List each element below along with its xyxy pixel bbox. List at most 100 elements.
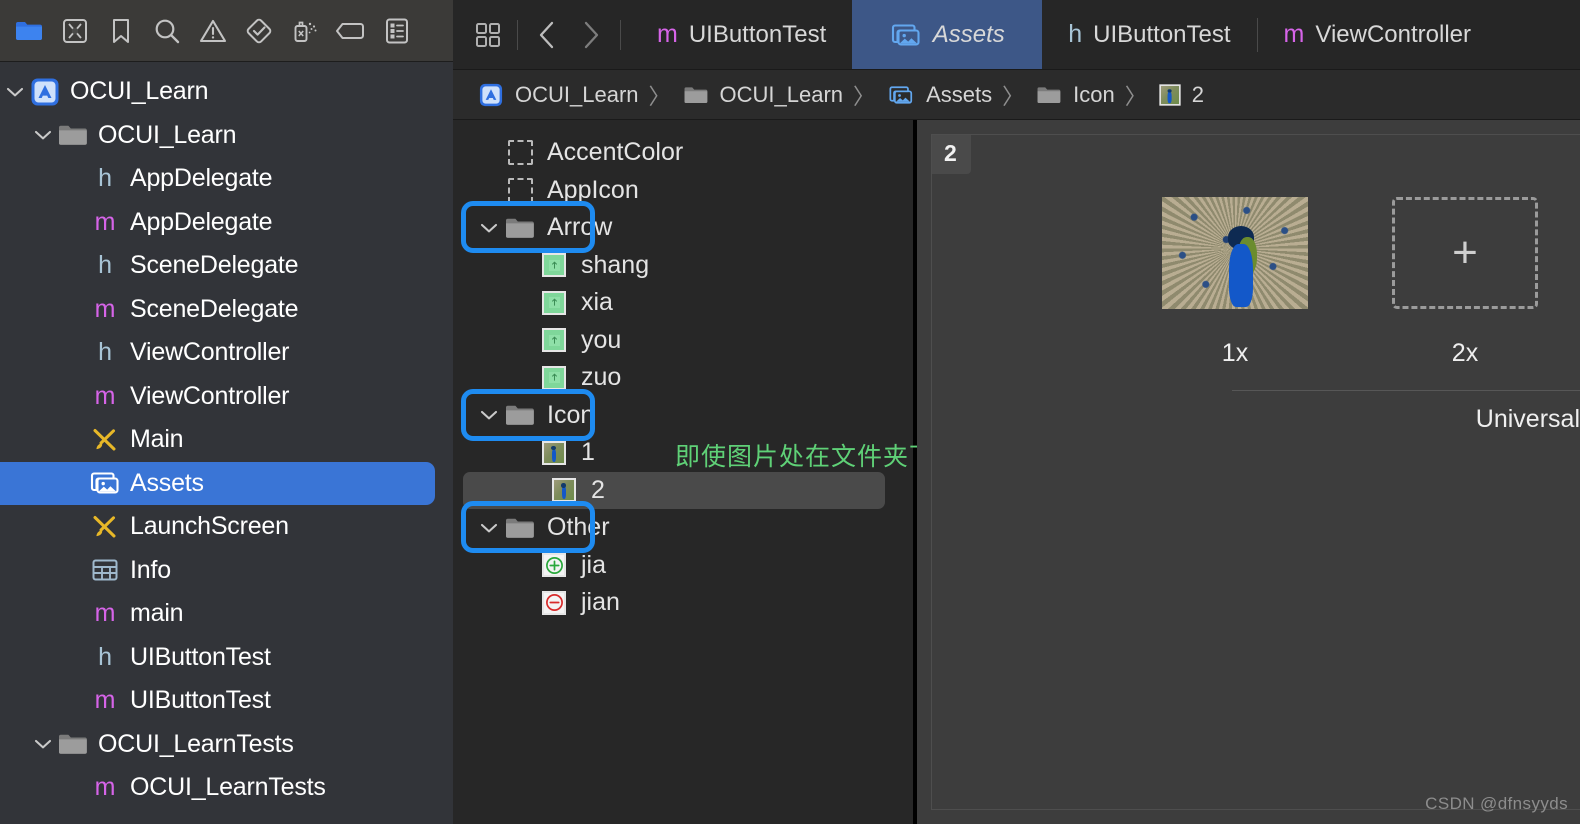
asset-slot-1x[interactable]: 1x [1120,197,1350,368]
asset-item-jian[interactable]: jian [453,584,913,622]
tree-item-label: SceneDelegate [130,251,299,280]
tree-item-ocui-learn[interactable]: OCUI_Learn [0,70,453,114]
project-file-tree[interactable]: OCUI_Learn OCUI_Learn h AppDelegate m AppDele… [0,62,453,824]
storyboard-icon [88,513,122,541]
tab-uibuttontest[interactable]: h UIButtonTest [1042,0,1256,69]
source-control-navigator-icon[interactable] [54,11,96,51]
asset-slot-2x[interactable]: + 2x [1350,197,1580,368]
assets-icon-white [88,470,122,496]
plist-icon [88,558,122,582]
tree-item-main[interactable]: Main [0,418,453,462]
tree-item-label: Info [130,555,171,584]
breadcrumb-label: OCUI_Learn [515,81,639,107]
asset-item-label: Arrow [547,213,613,242]
asset-item-2[interactable]: 2 [463,471,885,509]
tree-item-uibuttontest[interactable]: h UIButtonTest [0,636,453,680]
tree-item-label: Main [130,425,184,454]
add-placeholder-icon[interactable]: + [1392,197,1538,309]
disclosure-triangle-icon[interactable] [475,522,503,534]
disclosure-triangle-icon[interactable] [30,738,56,750]
breadcrumb-separator: 〉 [1124,83,1147,109]
disclosure-triangle-icon[interactable] [475,409,503,421]
peacock-thumb-icon [537,440,571,465]
tab-assets-active[interactable]: Assets [852,0,1043,69]
asset-item-label: shang [581,250,650,279]
tree-item-label: OCUI_Learn [70,77,209,106]
asset-item-label: jian [581,588,620,617]
debug-navigator-icon[interactable] [284,11,326,51]
folder-icon [503,403,537,427]
tree-item-scenedelegate[interactable]: m SceneDelegate [0,288,453,332]
tree-item-main[interactable]: m main [0,592,453,636]
breadcrumb-item-2[interactable]: 2 [1150,82,1211,108]
toolbar-divider-2 [620,19,621,50]
tree-item-appdelegate[interactable]: m AppDelegate [0,201,453,245]
asset-card-title: 2 [932,135,971,174]
breadcrumb-item-ocui-learn[interactable]: OCUI_Learn [469,80,646,110]
chevron-right-icon[interactable] [570,13,612,57]
chevron-left-icon[interactable] [526,13,568,57]
breadcrumb-item-icon[interactable]: Icon [1027,82,1122,108]
tree-item-ocui-learntests[interactable]: m OCUI_LearnTests [0,766,453,810]
breakpoint-navigator-icon[interactable] [330,11,372,51]
tree-item-label: UIButtonTest [130,686,271,715]
asset-item-arrow[interactable]: Arrow [453,209,913,247]
tree-item-assets[interactable]: Assets [0,461,435,505]
project-navigator-icon[interactable] [8,11,50,51]
tree-item-ocui-learn[interactable]: OCUI_Learn [0,114,453,158]
issue-navigator-icon[interactable] [192,11,234,51]
m-file-icon: m [94,773,116,802]
watermark: CSDN @dfnsyyds [1425,794,1568,813]
xcode-project-icon [28,77,62,107]
editor-grid-icon[interactable] [467,13,509,57]
breadcrumb-label: Icon [1073,81,1115,107]
assets-icon [888,84,914,105]
folder-icon [56,732,90,756]
tree-item-uibuttontest[interactable]: m UIButtonTest [0,679,453,723]
color-swatch-icon [503,177,537,203]
tree-item-viewcontroller[interactable]: h ViewController [0,331,453,375]
folder-icon [1037,85,1062,105]
tab-viewcontroller[interactable]: m ViewController [1258,0,1497,69]
m-file-icon: m [94,686,116,715]
green-arrow-thumb-icon [537,290,571,315]
disclosure-triangle-icon[interactable] [30,129,56,141]
tree-item-viewcontroller[interactable]: m ViewController [0,375,453,419]
peacock-image[interactable] [1162,197,1308,309]
disclosure-triangle-icon[interactable] [475,222,503,234]
asset-item-other[interactable]: Other [453,509,913,547]
toolbar-divider-1 [517,19,518,50]
bookmark-navigator-icon[interactable] [100,11,142,51]
asset-item-accentcolor[interactable]: AccentColor [453,134,913,172]
asset-item-zuo[interactable]: zuo [453,359,913,397]
asset-item-1[interactable]: 1 [453,434,913,472]
breadcrumb-item-assets[interactable]: Assets [878,82,999,108]
asset-item-jia[interactable]: jia [453,547,913,585]
tree-item-launchscreen[interactable]: LaunchScreen [0,505,453,549]
folder-icon [56,123,90,147]
breadcrumb[interactable]: OCUI_Learn 〉 OCUI_Learn 〉 Assets 〉 Icon 〉 2 [453,70,1580,120]
tree-item-scenedelegate[interactable]: h SceneDelegate [0,244,453,288]
tab-label: UIButtonTest [1093,20,1231,48]
disclosure-triangle-icon[interactable] [2,86,28,98]
folder-icon [683,85,708,105]
asset-item-you[interactable]: you [453,322,913,360]
test-navigator-icon[interactable] [238,11,280,51]
tree-item-ocui-learntests[interactable]: OCUI_LearnTests [0,723,453,767]
asset-item-icon[interactable]: Icon [453,397,913,435]
tab-uibuttontest[interactable]: m UIButtonTest [631,0,852,69]
tree-item-label: OCUI_LearnTests [98,729,294,758]
asset-item-appicon[interactable]: AppIcon [453,172,913,210]
tree-item-info[interactable]: Info [0,549,453,593]
xcode-project-icon [479,82,504,107]
breadcrumb-label: 2 [1191,81,1204,107]
breadcrumb-item-ocui-learn[interactable]: OCUI_Learn [674,82,851,108]
report-navigator-icon[interactable] [376,11,418,51]
asset-catalog-list[interactable]: 即使图片处在文件夹下，仍可直接用名称访问到 AccentColorAppIcon… [453,120,1220,824]
tree-item-appdelegate[interactable]: h AppDelegate [0,157,453,201]
asset-item-xia[interactable]: xia [453,284,913,322]
folder-icon [503,516,537,540]
find-navigator-icon[interactable] [146,11,188,51]
slot-scale-label: 1x [1221,339,1249,367]
asset-item-shang[interactable]: shang [453,247,913,285]
